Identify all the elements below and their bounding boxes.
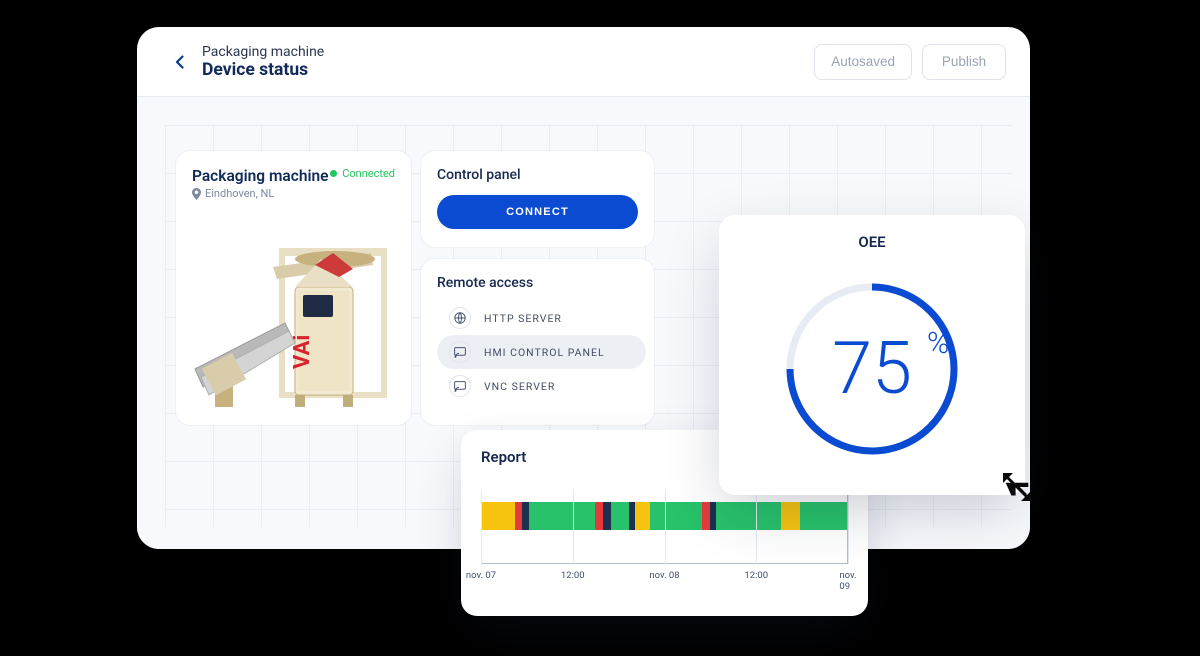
packaging-machine-icon: VAi <box>195 248 387 407</box>
back-button[interactable] <box>175 55 184 69</box>
remote-access-list: HTTP SERVER HMI CONTROL PANEL VNC SERVER <box>437 301 646 403</box>
remote-access-card: Remote access HTTP SERVER HMI CONTROL PAN… <box>421 259 654 425</box>
resize-handle-icon[interactable] <box>1000 470 1034 508</box>
timeline-segment <box>800 502 847 530</box>
oee-gauge: 75 % <box>762 259 982 469</box>
timeline-segment <box>635 502 650 530</box>
remote-access-item[interactable]: HMI CONTROL PANEL <box>437 335 646 369</box>
timeline-segment <box>702 502 710 530</box>
remote-access-item-label: HMI CONTROL PANEL <box>484 346 605 359</box>
axis-tick-label: 12:00 <box>561 570 585 581</box>
axis-tick-label: nov. 08 <box>649 570 679 581</box>
timeline-chart: nov. 0712:00nov. 0812:00nov. 09 <box>481 490 848 580</box>
cast-icon <box>449 375 471 397</box>
device-card[interactable]: Packaging machine Eindhoven, NL Connecte… <box>176 151 411 425</box>
timeline-segment <box>781 502 799 530</box>
axis-tick-label: 12:00 <box>744 570 768 581</box>
axis-tick-label: nov. 09 <box>839 570 856 592</box>
map-pin-icon <box>192 188 201 200</box>
status-badge: Connected <box>330 167 395 180</box>
timeline-segment <box>611 502 629 530</box>
timeline-segment <box>482 502 515 530</box>
timeline-segment <box>716 502 782 530</box>
remote-access-item[interactable]: HTTP SERVER <box>437 301 646 335</box>
device-location: Eindhoven, NL <box>192 187 329 200</box>
oee-value: 75 <box>832 326 912 411</box>
control-panel-title: Control panel <box>437 167 638 183</box>
topbar: Packaging machine Device status Autosave… <box>137 27 1030 97</box>
axis-tick-label: nov. 07 <box>466 570 496 581</box>
breadcrumb: Packaging machine Device status <box>202 44 324 80</box>
autosaved-button[interactable]: Autosaved <box>814 44 912 80</box>
globe-icon <box>449 307 471 329</box>
timeline-segment <box>650 502 702 530</box>
chevron-left-icon <box>175 55 184 69</box>
remote-access-item-label: HTTP SERVER <box>484 312 562 325</box>
timeline-segment <box>515 502 522 530</box>
publish-button[interactable]: Publish <box>922 44 1006 80</box>
timeline-segment <box>603 502 611 530</box>
oee-card[interactable]: OEE 75 % <box>719 215 1025 495</box>
timeline-segment <box>522 502 529 530</box>
device-name: Packaging machine <box>192 167 329 185</box>
breadcrumb-top: Packaging machine <box>202 44 324 60</box>
status-label: Connected <box>342 167 395 180</box>
remote-access-item[interactable]: VNC SERVER <box>437 369 646 403</box>
timeline-segment <box>529 502 595 530</box>
timeline-segment <box>595 502 603 530</box>
remote-access-item-label: VNC SERVER <box>484 380 555 393</box>
remote-access-title: Remote access <box>437 275 646 291</box>
page-title: Device status <box>202 60 324 80</box>
device-location-label: Eindhoven, NL <box>205 187 274 200</box>
cast-icon <box>449 341 471 363</box>
control-panel-card: Control panel CONNECT <box>421 151 654 247</box>
oee-title: OEE <box>858 233 885 251</box>
machine-illustration: VAi <box>176 223 411 415</box>
connect-button[interactable]: CONNECT <box>437 195 638 229</box>
oee-unit: % <box>927 326 949 361</box>
